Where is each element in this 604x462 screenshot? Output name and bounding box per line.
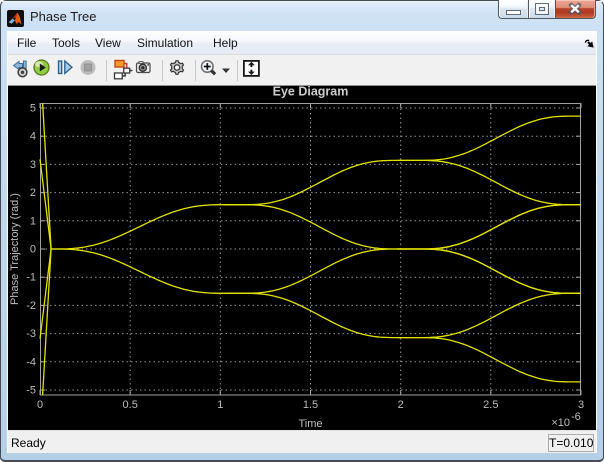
svg-text:Time: Time [298,418,322,430]
svg-text:Phase Trajectory (rad.): Phase Trajectory (rad.) [9,193,21,305]
svg-text:3: 3 [30,159,36,171]
svg-text:3: 3 [578,399,584,411]
svg-text:×10: ×10 [551,417,570,429]
svg-text:1.5: 1.5 [303,399,318,411]
svg-text:1: 1 [30,215,36,227]
svg-text:2: 2 [398,399,404,411]
svg-text:Eye Diagram: Eye Diagram [273,86,349,99]
svg-text:4: 4 [30,131,36,143]
svg-text:1: 1 [217,399,223,411]
svg-text:0: 0 [30,244,36,256]
svg-text:2.5: 2.5 [483,399,498,411]
svg-text:-3: -3 [26,328,36,340]
svg-text:-2: -2 [26,300,36,312]
svg-text:2: 2 [30,187,36,199]
svg-text:-5: -5 [26,385,36,397]
svg-text:-1: -1 [26,272,36,284]
svg-text:0.5: 0.5 [123,399,138,411]
svg-text:-4: -4 [26,356,36,368]
svg-text:0: 0 [37,399,43,411]
svg-text:5: 5 [30,103,36,115]
svg-text:-6: -6 [571,411,581,423]
